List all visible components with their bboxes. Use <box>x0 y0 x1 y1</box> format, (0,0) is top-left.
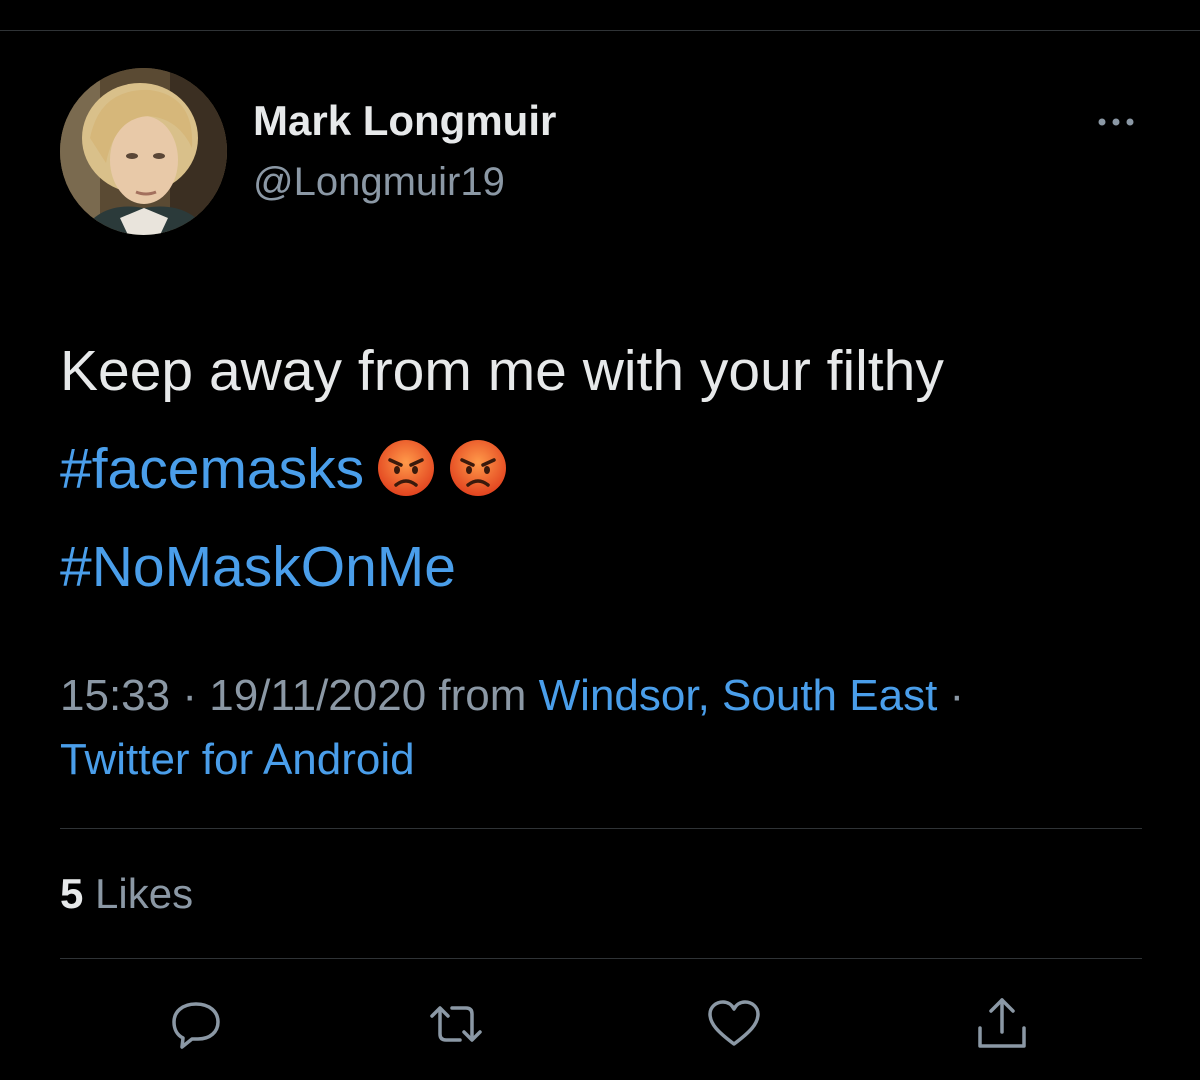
location-link[interactable]: Windsor, South East <box>539 671 938 720</box>
like-icon <box>708 1000 760 1046</box>
reply-button[interactable] <box>166 994 226 1054</box>
profile-photo-icon <box>60 68 227 235</box>
share-button[interactable] <box>972 994 1032 1054</box>
separator: · <box>182 671 197 720</box>
retweet-button[interactable] <box>426 994 486 1054</box>
retweet-icon <box>430 1006 482 1042</box>
likes-stat[interactable]: 5 Likes <box>60 868 193 920</box>
from-label: from <box>438 671 527 720</box>
tweet-hashtag-line: #facemasks <box>60 420 1140 518</box>
metadata-line: Twitter for Android <box>60 728 1140 792</box>
likes-count: 5 <box>60 870 84 917</box>
angry-face-icon <box>450 440 507 496</box>
like-button[interactable] <box>704 994 764 1054</box>
user-handle[interactable]: @Longmuir19 <box>253 158 505 206</box>
reply-icon <box>172 1002 220 1049</box>
top-divider <box>0 30 1200 31</box>
share-icon <box>978 998 1026 1048</box>
separator: · <box>949 671 965 720</box>
tweet-text: Keep away from me with your filthy #face… <box>60 322 1140 616</box>
tweet-text-line: Keep away from me with your filthy <box>60 339 944 403</box>
likes-label: Likes <box>95 870 194 917</box>
divider <box>60 828 1142 829</box>
display-name[interactable]: Mark Longmuir <box>253 96 556 146</box>
metadata-line: 15:33 · 19/11/2020 from Windsor, South E… <box>60 664 1140 728</box>
tweet-hashtag-line: #NoMaskOnMe <box>60 518 1140 616</box>
angry-face-icon <box>378 440 435 496</box>
divider <box>60 958 1142 959</box>
hashtag-link[interactable]: #facemasks <box>60 437 364 501</box>
avatar[interactable] <box>60 68 227 235</box>
tweet-date[interactable]: 19/11/2020 <box>209 671 426 720</box>
tweet-metadata: 15:33 · 19/11/2020 from Windsor, South E… <box>60 664 1140 792</box>
source-link[interactable]: Twitter for Android <box>60 735 415 784</box>
tweet-time[interactable]: 15:33 <box>60 671 170 720</box>
more-options-icon[interactable] <box>1092 108 1140 136</box>
hashtag-link[interactable]: #NoMaskOnMe <box>60 535 456 599</box>
